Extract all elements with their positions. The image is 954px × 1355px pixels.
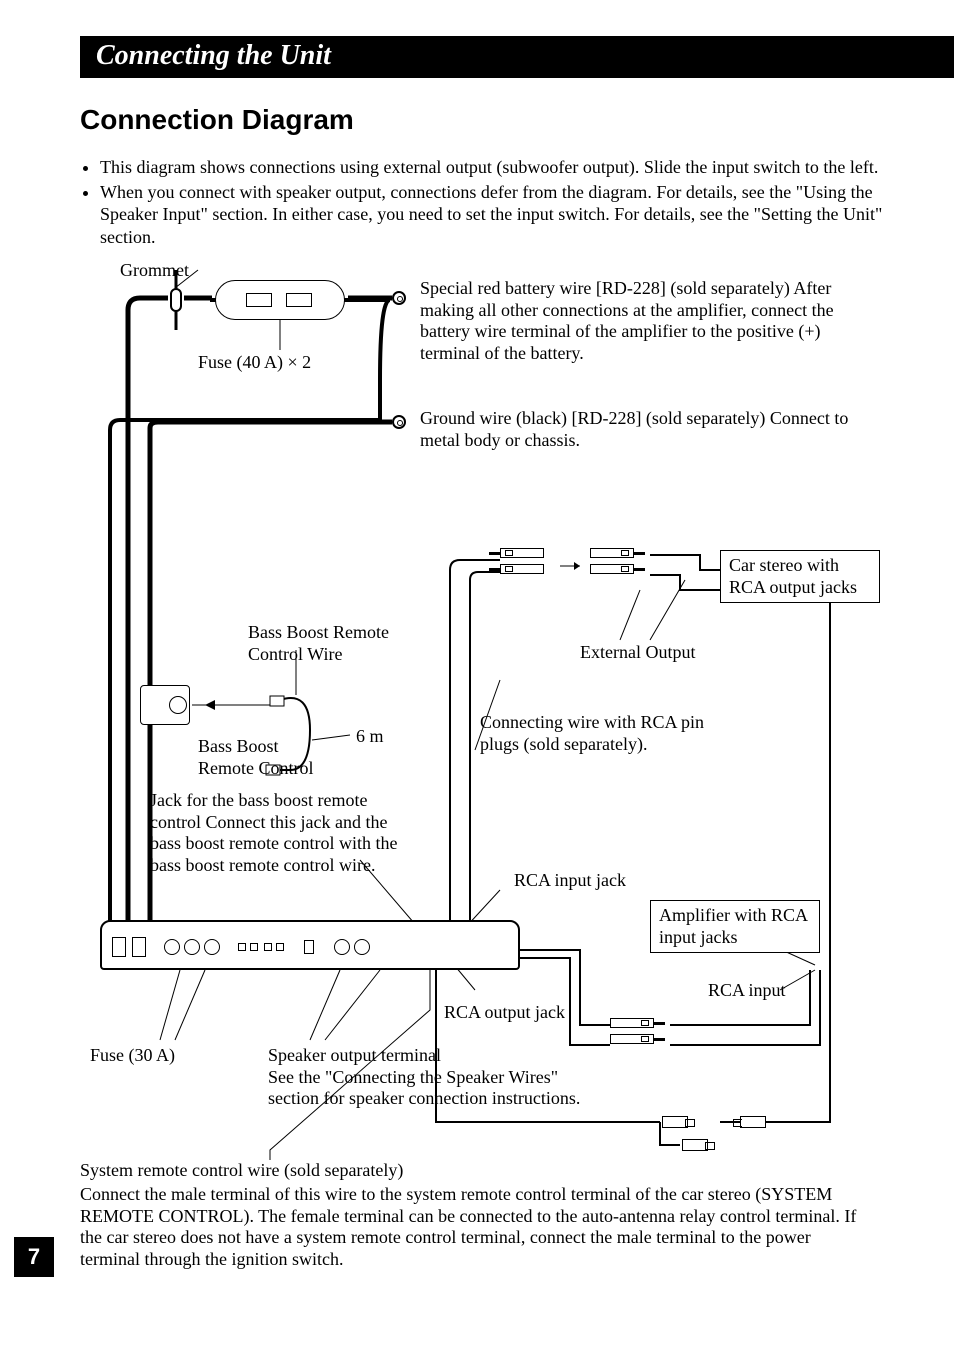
rca-plug-pair-icon [610, 1018, 670, 1048]
amplifier-rca-box: Amplifier with RCA input jacks [650, 900, 820, 953]
connector-male-icon [682, 1139, 708, 1151]
connection-diagram: Grommet Fuse (40 A) × 2 Special red batt… [80, 250, 940, 1250]
battery-wire-label: Special red battery wire [RD-228] (sold … [420, 278, 860, 364]
fuse-40a-label: Fuse (40 A) × 2 [198, 352, 311, 374]
system-remote-title: System remote control wire (sold separat… [80, 1160, 403, 1182]
car-stereo-box: Car stereo with RCA output jacks [720, 550, 880, 603]
ring-terminal-icon [392, 291, 406, 305]
bass-boost-remote-label: Bass Boost Remote Control [198, 736, 338, 779]
grommet-icon [170, 288, 182, 312]
rca-input-jack-label: RCA input jack [514, 870, 626, 892]
system-remote-body: Connect the male terminal of this wire t… [80, 1184, 860, 1270]
other-amplifier-icon [810, 1130, 920, 1166]
connecting-wire-rca-label: Connecting wire with RCA pin plugs (sold… [480, 712, 710, 755]
bullet-2: When you connect with speaker output, co… [100, 181, 924, 249]
six-m-label: 6 m [356, 726, 384, 748]
bullet-1: This diagram shows connections using ext… [100, 156, 924, 179]
chapter-title: Connecting the Unit [96, 40, 331, 71]
rca-plug-pair-icon [590, 548, 650, 578]
page-number: 7 [28, 1244, 40, 1270]
bass-boost-wire-label: Bass Boost Remote Control Wire [248, 622, 428, 665]
rca-input-label: RCA input [708, 980, 786, 1002]
chapter-title-bar: Connecting the Unit [80, 36, 954, 78]
ground-wire-label: Ground wire (black) [RD-228] (sold separ… [420, 408, 860, 451]
rca-plug-pair-icon [500, 548, 560, 578]
connector-male-icon [662, 1116, 688, 1128]
speaker-output-label: Speaker output terminal See the "Connect… [268, 1045, 588, 1110]
jack-description-label: Jack for the bass boost remote control C… [150, 790, 410, 876]
connector-female-icon [740, 1116, 766, 1128]
intro-bullets: This diagram shows connections using ext… [80, 156, 924, 250]
grommet-label: Grommet [120, 260, 189, 282]
fuse-holder-icon [215, 280, 345, 320]
external-output-label: External Output [580, 642, 695, 664]
page-number-badge: 7 [14, 1237, 54, 1277]
section-title: Connection Diagram [80, 104, 354, 136]
fuse-30a-label: Fuse (30 A) [90, 1045, 175, 1067]
bass-boost-remote-icon [140, 685, 190, 725]
rca-output-jack-label: RCA output jack [444, 1002, 565, 1024]
ring-terminal-icon [392, 415, 406, 429]
amplifier-icon [100, 920, 520, 970]
